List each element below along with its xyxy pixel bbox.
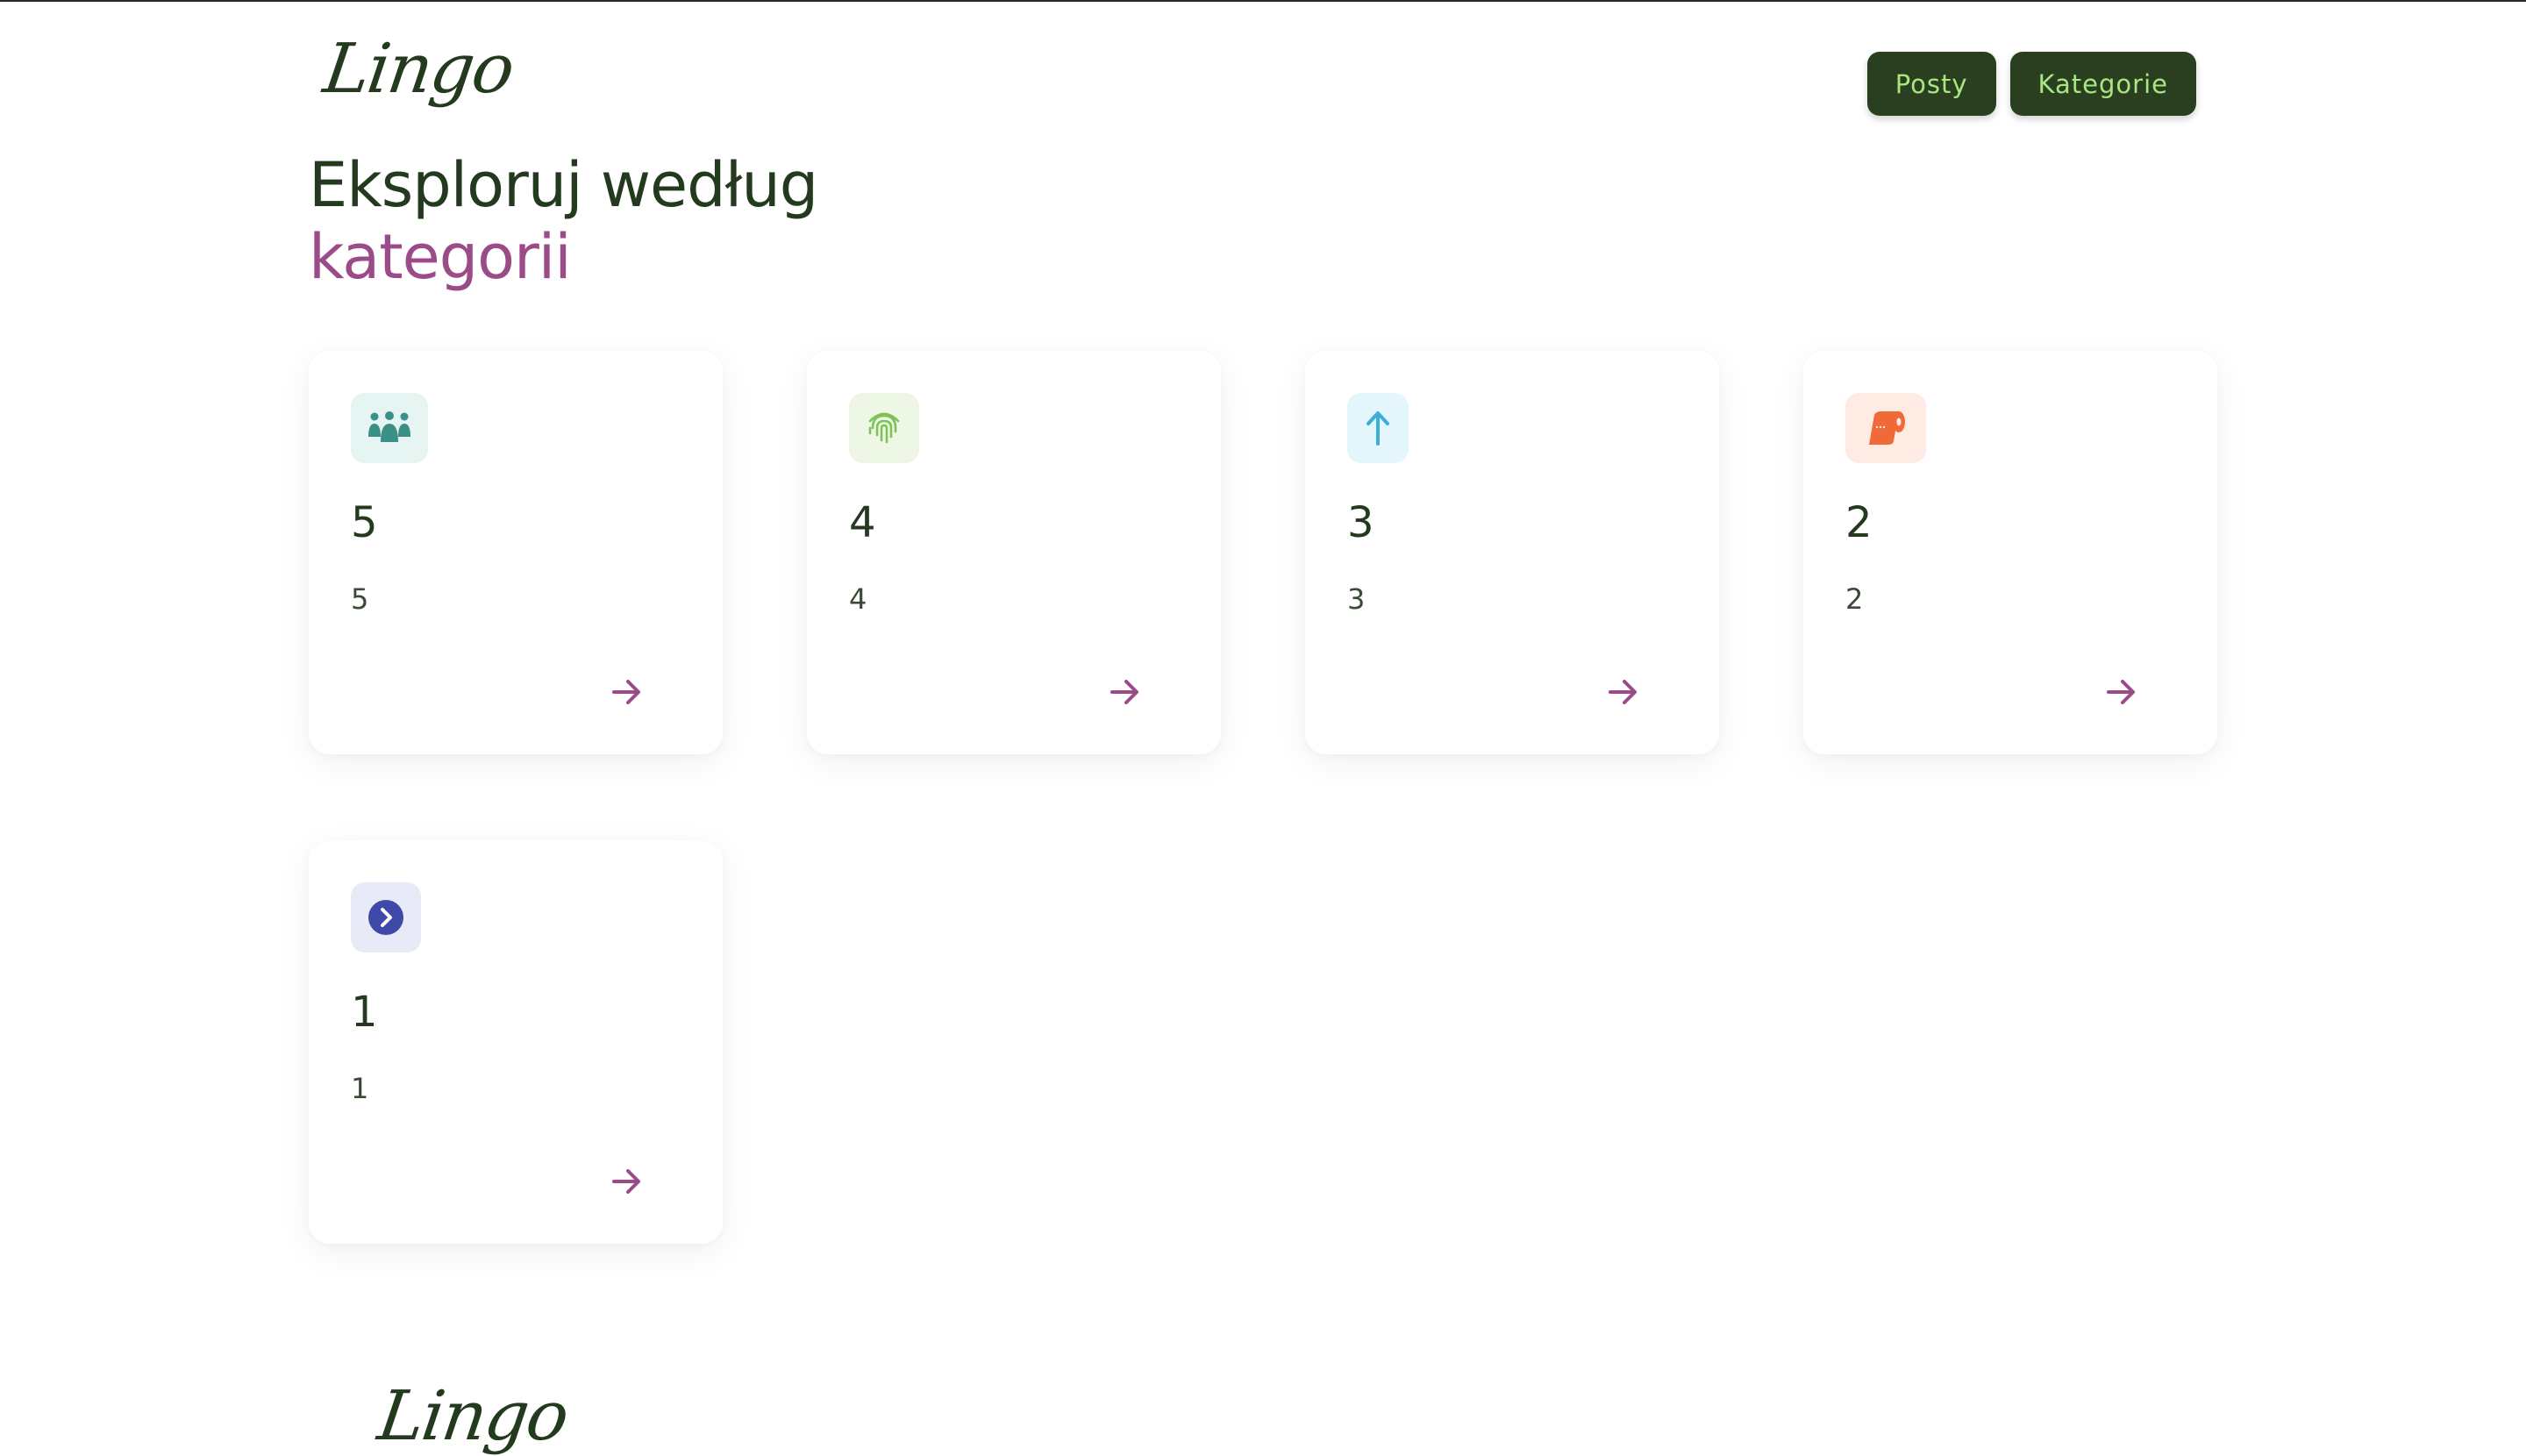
arrow-right-icon[interactable] [2103,674,2140,710]
category-card[interactable]: 1 1 [309,840,723,1244]
category-card[interactable]: 5 5 [309,351,723,754]
category-card[interactable]: 2 2 [1803,351,2217,754]
arrow-right-icon[interactable] [1605,674,1642,710]
card-title: 4 [849,498,876,547]
card-title: 3 [1347,498,1374,547]
card-description: 1 [351,1072,369,1105]
nav-button-posty[interactable]: Posty [1866,52,1996,116]
nav-button-kategorie[interactable]: Kategorie [2009,52,2196,116]
footer-logo[interactable]: Lingo [374,1377,573,1456]
logo[interactable]: Lingo [319,30,518,109]
card-description: 4 [849,582,867,616]
page-title-line1: Eksploruj według [309,149,818,221]
card-icon-wrapper [351,882,421,953]
card-icon-wrapper [351,393,428,463]
circle-chevron-right-icon [368,900,403,935]
toilet-paper-icon [1869,411,1905,445]
card-icon-wrapper [849,393,919,463]
card-title: 5 [351,498,378,547]
arrow-right-icon[interactable] [609,1163,646,1200]
card-description: 5 [351,582,369,616]
card-description: 2 [1845,582,1864,616]
main-nav: Posty Kategorie [1866,52,2196,116]
arrow-up-icon [1366,411,1389,446]
card-icon-wrapper [1845,393,1926,463]
category-card[interactable]: 4 4 [807,351,1221,754]
arrow-right-icon[interactable] [1107,674,1144,710]
arrow-right-icon[interactable] [609,674,646,710]
card-description: 3 [1347,582,1366,616]
page-title-line2: kategorii [309,221,572,293]
card-title: 1 [351,988,378,1037]
card-title: 2 [1845,498,1873,547]
category-card[interactable]: 3 3 [1305,351,1719,754]
card-icon-wrapper [1347,393,1409,463]
page-title: Eksploruj według kategorii [309,149,818,293]
top-border [0,0,2526,2]
people-group-icon [368,411,410,442]
fingerprint-icon [868,412,900,444]
